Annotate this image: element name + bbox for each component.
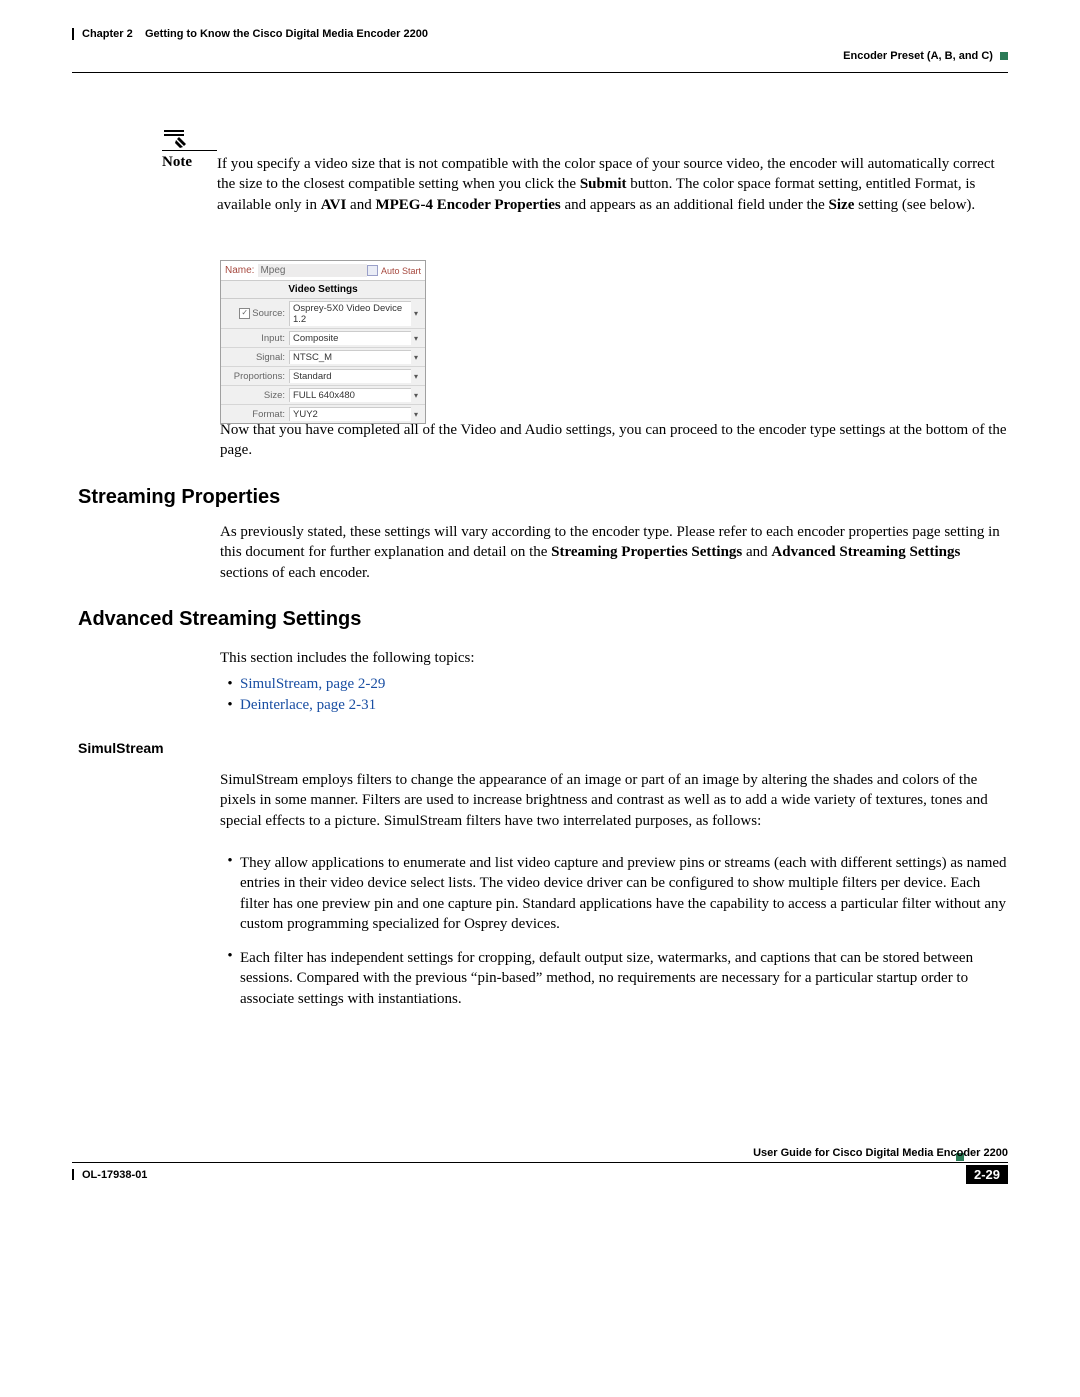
checkbox-icon: ✓ [239,308,250,319]
bullet-icon: • [220,697,240,714]
simulstream-link[interactable]: SimulStream, page 2-29 [240,676,385,693]
list-item: • Deinterlace, page 2-31 [220,697,1008,714]
row-label: Format: [225,409,289,420]
auto-start: Auto Start [367,265,421,276]
auto-start-label: Auto Start [381,266,421,276]
section-title: Encoder Preset (A, B, and C) [843,50,993,62]
chevron-down-icon: ▾ [411,334,421,343]
row-label: Source: [252,308,285,319]
figure-row: Signal:NTSC_M▾ [221,348,425,367]
list-item: • SimulStream, page 2-29 [220,676,1008,693]
row-value: NTSC_M [289,350,411,364]
row-value: Standard [289,369,411,383]
chapter-title: Getting to Know the Cisco Digital Media … [145,28,428,40]
chevron-down-icon: ▾ [411,372,421,381]
simulstream-bullets: • They allow applications to enumerate a… [220,853,1008,1023]
list-item: • They allow applications to enumerate a… [220,853,1008,934]
auto-start-checkbox-icon [367,265,378,276]
figure-row: Input:Composite▾ [221,329,425,348]
figure-row: Size:FULL 640x480▾ [221,386,425,405]
row-value: Osprey-5X0 Video Device 1.2 [289,301,411,326]
row-label: Proportions: [225,371,289,382]
footer-page-number: 2-29 [966,1165,1008,1184]
bullet-icon: • [220,676,240,693]
row-value: Composite [289,331,411,345]
bullet-icon: • [220,853,240,934]
page-header: Chapter 2 Getting to Know the Cisco Digi… [72,28,1008,73]
footer-doc-id: OL-17938-01 [82,1169,147,1181]
chevron-down-icon: ▾ [411,391,421,400]
note-block: Note If you specify a video size that is… [162,128,1008,215]
footer-bar-icon [72,1169,74,1180]
note-rule [162,150,217,151]
advanced-heading: Advanced Streaming Settings [78,608,361,631]
bullet-text: They allow applications to enumerate and… [240,853,1008,934]
video-settings-figure: Name: Mpeg Auto Start Video Settings ✓So… [220,260,426,424]
video-settings-header: Video Settings [221,281,425,299]
streaming-properties-body: As previously stated, these settings wil… [220,522,1008,583]
header-bar-icon [72,28,74,40]
bullet-text: Each filter has independent settings for… [240,948,1008,1009]
list-item: • Each filter has independent settings f… [220,948,1008,1009]
advanced-intro: This section includes the following topi… [220,648,1008,668]
row-label: Input: [225,333,289,344]
note-label: Note [162,154,217,171]
note-pencil-icon [162,128,190,156]
figure-row: ✓Source: Osprey-5X0 Video Device 1.2▾ [221,299,425,329]
row-value: FULL 640x480 [289,388,411,402]
chevron-down-icon: ▾ [411,353,421,362]
section-label: Encoder Preset (A, B, and C) [843,50,1008,62]
row-label: Signal: [225,352,289,363]
figure-top-row: Name: Mpeg Auto Start [221,261,425,281]
row-value: YUY2 [289,407,411,421]
name-label: Name: [225,265,254,276]
streaming-properties-heading: Streaming Properties [78,486,280,509]
header-square-icon [1000,52,1008,60]
simulstream-body: SimulStream employs filters to change th… [220,770,1008,831]
figure-row: Proportions:Standard▾ [221,367,425,386]
row-label: Size: [225,390,289,401]
chevron-down-icon: ▾ [411,410,421,419]
after-figure-text: Now that you have completed all of the V… [220,420,1008,461]
chapter-ref: Chapter 2 [82,28,133,40]
name-value: Mpeg [258,264,367,277]
deinterlace-link[interactable]: Deinterlace, page 2-31 [240,697,376,714]
note-text: If you specify a video size that is not … [217,154,1008,215]
simulstream-heading: SimulStream [78,740,164,756]
chevron-down-icon: ▾ [411,309,421,318]
page-footer: User Guide for Cisco Digital Media Encod… [72,1162,1008,1203]
footer-guide: User Guide for Cisco Digital Media Encod… [753,1147,1008,1159]
bullet-icon: • [220,948,240,1009]
advanced-links: • SimulStream, page 2-29 • Deinterlace, … [220,672,1008,714]
chapter-label: Chapter 2 Getting to Know the Cisco Digi… [82,28,428,40]
